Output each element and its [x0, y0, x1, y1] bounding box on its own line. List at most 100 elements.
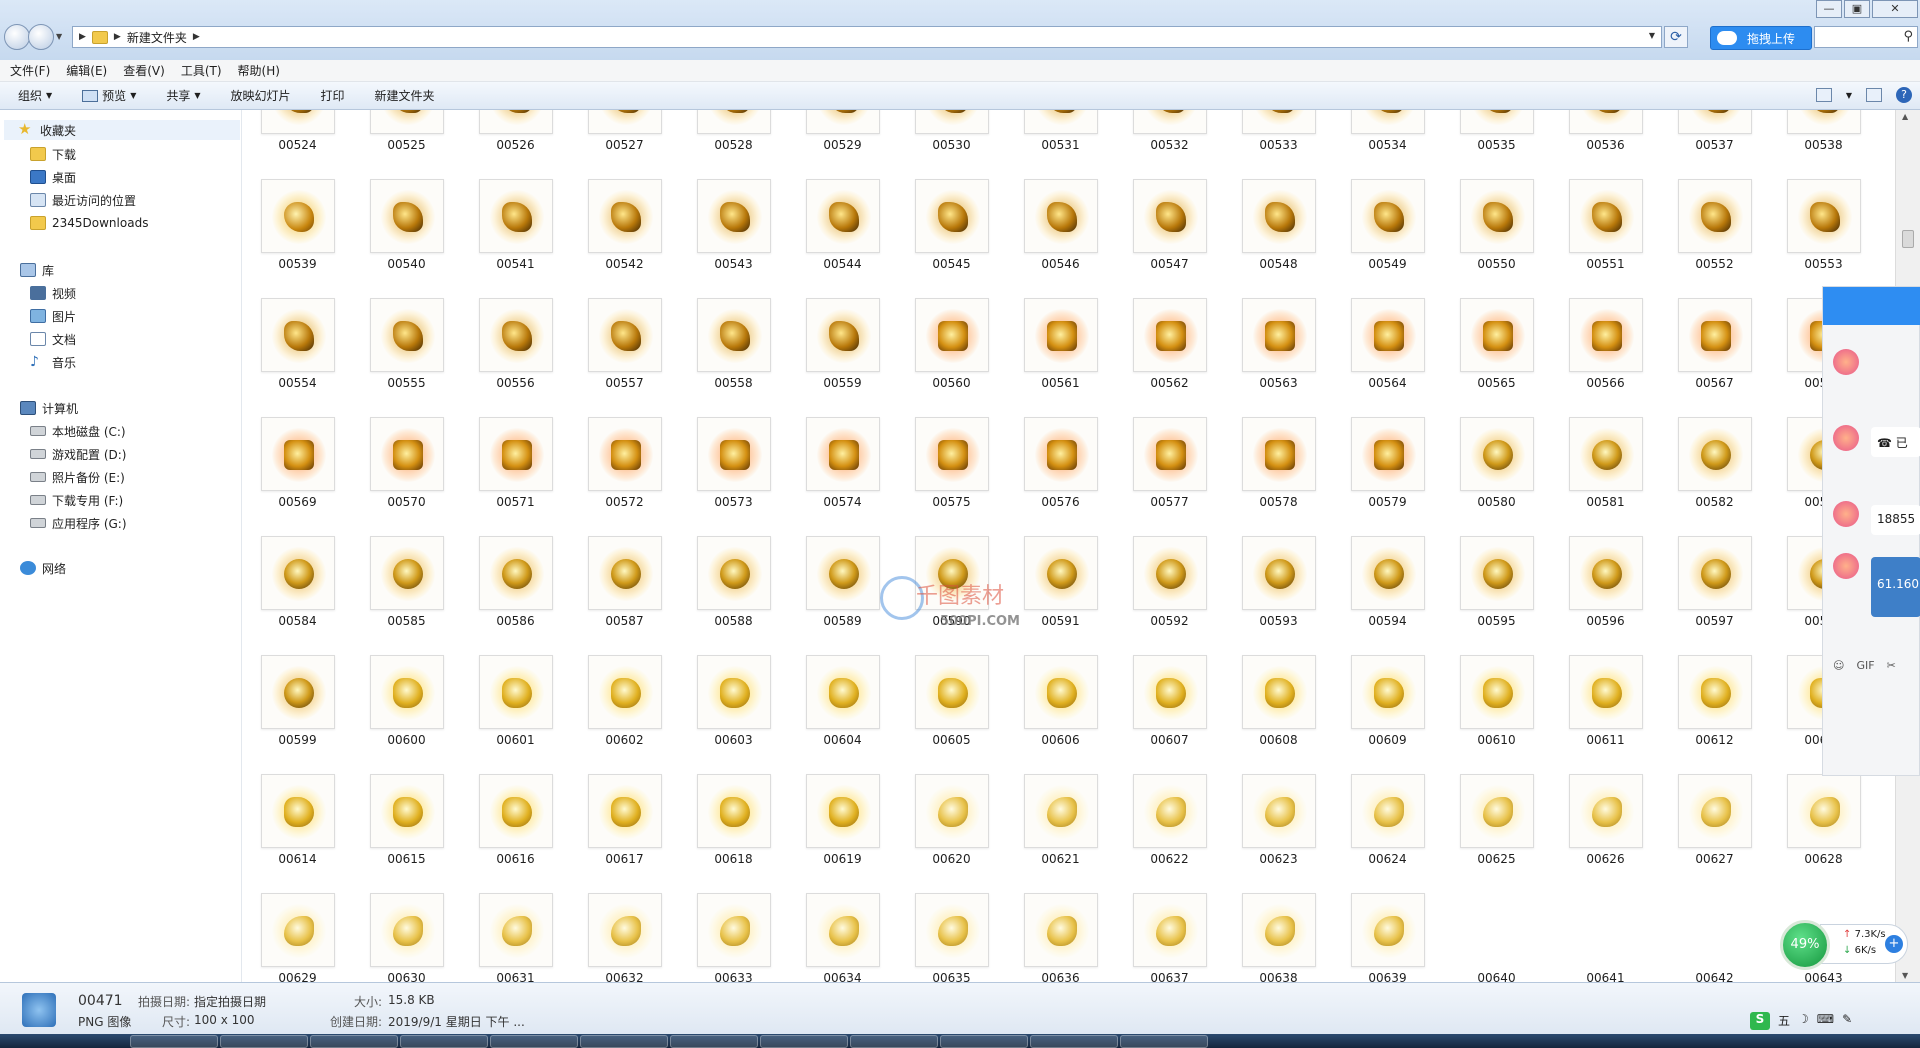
scroll-down-icon[interactable]: ▼ — [1902, 971, 1908, 980]
avatar[interactable] — [1833, 425, 1859, 451]
taskbar-button[interactable] — [760, 1035, 848, 1048]
file-item[interactable]: 00630 — [352, 893, 461, 982]
taskbar-button[interactable] — [130, 1035, 218, 1048]
file-item[interactable]: 00615 — [352, 774, 461, 871]
file-item[interactable]: 00577 — [1115, 417, 1224, 514]
file-item[interactable]: 00631 — [461, 893, 570, 982]
sidebar-item-pictures[interactable]: 图片 — [30, 306, 76, 326]
new-folder-button[interactable]: 新建文件夹 — [375, 87, 435, 104]
file-item[interactable]: 00627 — [1660, 774, 1769, 871]
file-item[interactable]: 00604 — [788, 655, 897, 752]
file-item[interactable]: 00585 — [352, 536, 461, 633]
file-item[interactable]: 00570 — [352, 417, 461, 514]
scroll-up-icon[interactable]: ▲ — [1902, 112, 1908, 121]
sidebar-item-documents[interactable]: 文档 — [30, 329, 76, 349]
file-item[interactable]: 00605 — [897, 655, 1006, 752]
sidebar-item-drive-e[interactable]: 照片备份 (E:) — [30, 467, 125, 487]
preview-pane-icon[interactable] — [1866, 88, 1882, 102]
taskbar-button[interactable] — [490, 1035, 578, 1048]
file-item[interactable]: 00524 — [243, 110, 352, 157]
file-item[interactable]: 00541 — [461, 179, 570, 276]
file-item[interactable]: 00530 — [897, 110, 1006, 157]
file-item[interactable]: 00600 — [352, 655, 461, 752]
back-button[interactable] — [4, 24, 30, 50]
menu-help[interactable]: 帮助(H) — [238, 62, 280, 79]
sidebar-item-2345downloads[interactable]: 2345Downloads — [30, 213, 148, 233]
avatar[interactable] — [1833, 349, 1859, 375]
taskbar-button[interactable] — [220, 1035, 308, 1048]
file-item[interactable]: 00614 — [243, 774, 352, 871]
file-item[interactable]: 00536 — [1551, 110, 1660, 157]
chat-message[interactable]: 18855 — [1871, 505, 1920, 535]
file-item[interactable]: 00588 — [679, 536, 788, 633]
file-item[interactable]: 00642 — [1660, 893, 1769, 982]
file-item[interactable]: 00596 — [1551, 536, 1660, 633]
file-item[interactable]: 00599 — [243, 655, 352, 752]
sidebar-item-drive-d[interactable]: 游戏配置 (D:) — [30, 444, 126, 464]
breadcrumb-arrow-icon[interactable]: ▶ — [79, 32, 86, 42]
file-item[interactable]: 00543 — [679, 179, 788, 276]
file-item[interactable]: 00623 — [1224, 774, 1333, 871]
file-item[interactable]: 00622 — [1115, 774, 1224, 871]
file-item[interactable]: 00569 — [243, 417, 352, 514]
file-item[interactable]: 00610 — [1442, 655, 1551, 752]
file-item[interactable]: 00632 — [570, 893, 679, 982]
file-item[interactable]: 00576 — [1006, 417, 1115, 514]
file-item[interactable]: 00601 — [461, 655, 570, 752]
taskbar-button[interactable] — [1030, 1035, 1118, 1048]
file-item[interactable]: 00628 — [1769, 774, 1878, 871]
recent-pages-dropdown-icon[interactable]: ▼ — [56, 32, 62, 41]
file-item[interactable]: 00626 — [1551, 774, 1660, 871]
file-item[interactable]: 00551 — [1551, 179, 1660, 276]
breadcrumb-folder[interactable]: 新建文件夹 — [127, 29, 187, 46]
file-item[interactable]: 00586 — [461, 536, 570, 633]
file-item[interactable]: 00611 — [1551, 655, 1660, 752]
minimize-button[interactable]: — — [1816, 0, 1842, 18]
upload-button[interactable]: 拖拽上传 — [1710, 26, 1812, 50]
ime-mode[interactable]: 五 — [1778, 1012, 1790, 1030]
sidebar-item-recent[interactable]: 最近访问的位置 — [30, 190, 136, 210]
file-item[interactable]: 00594 — [1333, 536, 1442, 633]
menu-tools[interactable]: 工具(T) — [181, 62, 222, 79]
file-item[interactable]: 00633 — [679, 893, 788, 982]
ime-logo-icon[interactable]: S — [1750, 1012, 1770, 1030]
file-item[interactable]: 00545 — [897, 179, 1006, 276]
organize-button[interactable]: 组织 ▼ — [18, 87, 52, 104]
file-item[interactable]: 00581 — [1551, 417, 1660, 514]
file-item[interactable]: 00637 — [1115, 893, 1224, 982]
avatar[interactable] — [1833, 553, 1859, 579]
taskbar-button[interactable] — [580, 1035, 668, 1048]
file-item[interactable]: 00535 — [1442, 110, 1551, 157]
sidebar-item-computer[interactable]: 计算机 — [20, 398, 78, 418]
file-item[interactable]: 00560 — [897, 298, 1006, 395]
search-icon[interactable]: ⚲ — [1903, 29, 1913, 44]
menu-edit[interactable]: 编辑(E) — [66, 62, 107, 79]
chevron-down-icon[interactable]: ▼ — [1846, 91, 1852, 100]
file-item[interactable]: 00526 — [461, 110, 570, 157]
file-item[interactable]: 00563 — [1224, 298, 1333, 395]
file-item[interactable]: 00641 — [1551, 893, 1660, 982]
file-item[interactable]: 00590 — [897, 536, 1006, 633]
slideshow-button[interactable]: 放映幻灯片 — [231, 87, 291, 104]
close-button[interactable]: ✕ — [1872, 0, 1918, 18]
chat-header[interactable] — [1823, 287, 1920, 325]
print-button[interactable]: 打印 — [321, 87, 345, 104]
taskbar-button[interactable] — [940, 1035, 1028, 1048]
file-item[interactable]: 00624 — [1333, 774, 1442, 871]
file-item[interactable]: 00618 — [679, 774, 788, 871]
file-item[interactable]: 00565 — [1442, 298, 1551, 395]
chat-message[interactable]: ☎ 已 — [1871, 427, 1920, 457]
file-item[interactable]: 00625 — [1442, 774, 1551, 871]
wrench-icon[interactable]: ✎ — [1842, 1012, 1852, 1030]
file-item[interactable]: 00574 — [788, 417, 897, 514]
file-item[interactable]: 00612 — [1660, 655, 1769, 752]
taskbar-button[interactable] — [670, 1035, 758, 1048]
breadcrumb-arrow-icon[interactable]: ▶ — [114, 32, 121, 42]
share-button[interactable]: 共享 ▼ — [166, 87, 200, 104]
file-item[interactable]: 00640 — [1442, 893, 1551, 982]
file-item[interactable]: 00527 — [570, 110, 679, 157]
file-item[interactable]: 00582 — [1660, 417, 1769, 514]
date-taken-value[interactable]: 指定拍摄日期 — [194, 993, 266, 1010]
sidebar-item-videos[interactable]: 视频 — [30, 283, 76, 303]
file-item[interactable]: 00575 — [897, 417, 1006, 514]
